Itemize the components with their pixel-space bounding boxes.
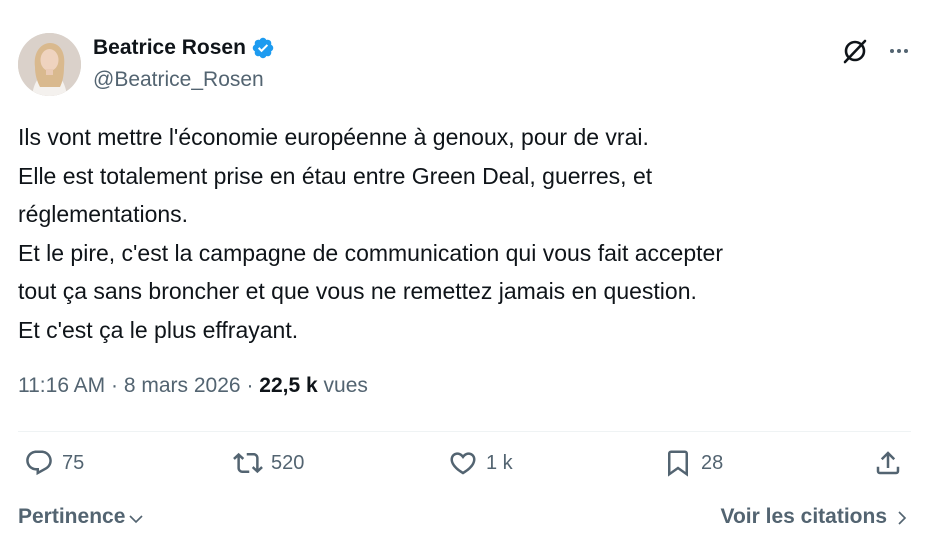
share-icon <box>876 451 900 475</box>
tweet-text: Ils vont mettre l'économie européenne à … <box>18 118 908 349</box>
tweet-line: Et c'est ça le plus effrayant. <box>18 316 299 343</box>
reply-icon <box>26 450 52 476</box>
like-button[interactable]: 1 k <box>448 448 513 478</box>
bookmark-count: 28 <box>701 451 724 474</box>
more-icon[interactable] <box>887 39 911 63</box>
reply-button[interactable]: 75 <box>24 448 84 478</box>
tweet-meta: 11:16 AM · 8 mars 2026 · 22,5 k vues <box>18 374 368 398</box>
bookmark-icon <box>668 450 688 477</box>
tweet-line: Et le pire, c'est la campagne de communi… <box>18 239 723 266</box>
reply-count: 75 <box>62 451 85 474</box>
view-quotes-link[interactable]: Voir les citations <box>721 505 912 529</box>
share-button[interactable] <box>873 448 903 478</box>
chevron-down-icon <box>129 514 143 523</box>
tweet-line: Ils vont mettre l'économie européenne à … <box>18 124 649 150</box>
tweet-header: Beatrice Rosen @Beatrice_Rosen <box>18 33 921 97</box>
views-count[interactable]: 22,5 k <box>259 374 317 397</box>
like-count: 1 k <box>486 451 513 474</box>
divider <box>18 431 911 432</box>
tweet-line: tout ça sans broncher et que vous ne rem… <box>18 278 697 304</box>
tweet-time[interactable]: 11:16 AM <box>18 374 105 397</box>
views-label: vues <box>323 374 368 397</box>
tweet-line: Elle est totalement prise en étau entre … <box>18 162 653 189</box>
verified-badge-icon <box>252 37 274 59</box>
grok-icon[interactable] <box>841 37 869 65</box>
sort-label: Pertinence <box>18 505 126 528</box>
repost-count: 520 <box>271 451 305 474</box>
meta-separator: · <box>111 374 119 397</box>
action-bar: 75 520 1 k 28 <box>18 448 911 490</box>
repost-icon <box>233 452 263 474</box>
display-name[interactable]: Beatrice Rosen <box>93 36 246 60</box>
replies-footer: Pertinence Voir les citations <box>18 505 911 535</box>
meta-separator: · <box>246 374 254 397</box>
quotes-label: Voir les citations <box>720 505 888 528</box>
avatar[interactable] <box>18 33 81 96</box>
heart-icon <box>450 452 476 475</box>
handle[interactable]: @Beatrice_Rosen <box>93 68 264 92</box>
repost-button[interactable]: 520 <box>233 448 304 478</box>
bookmark-button[interactable]: 28 <box>663 448 723 478</box>
tweet-date[interactable]: 8 mars 2026 <box>124 374 241 397</box>
tweet-line: réglementations. <box>18 201 189 227</box>
chevron-right-icon <box>898 511 907 525</box>
sort-dropdown[interactable]: Pertinence <box>18 505 145 529</box>
